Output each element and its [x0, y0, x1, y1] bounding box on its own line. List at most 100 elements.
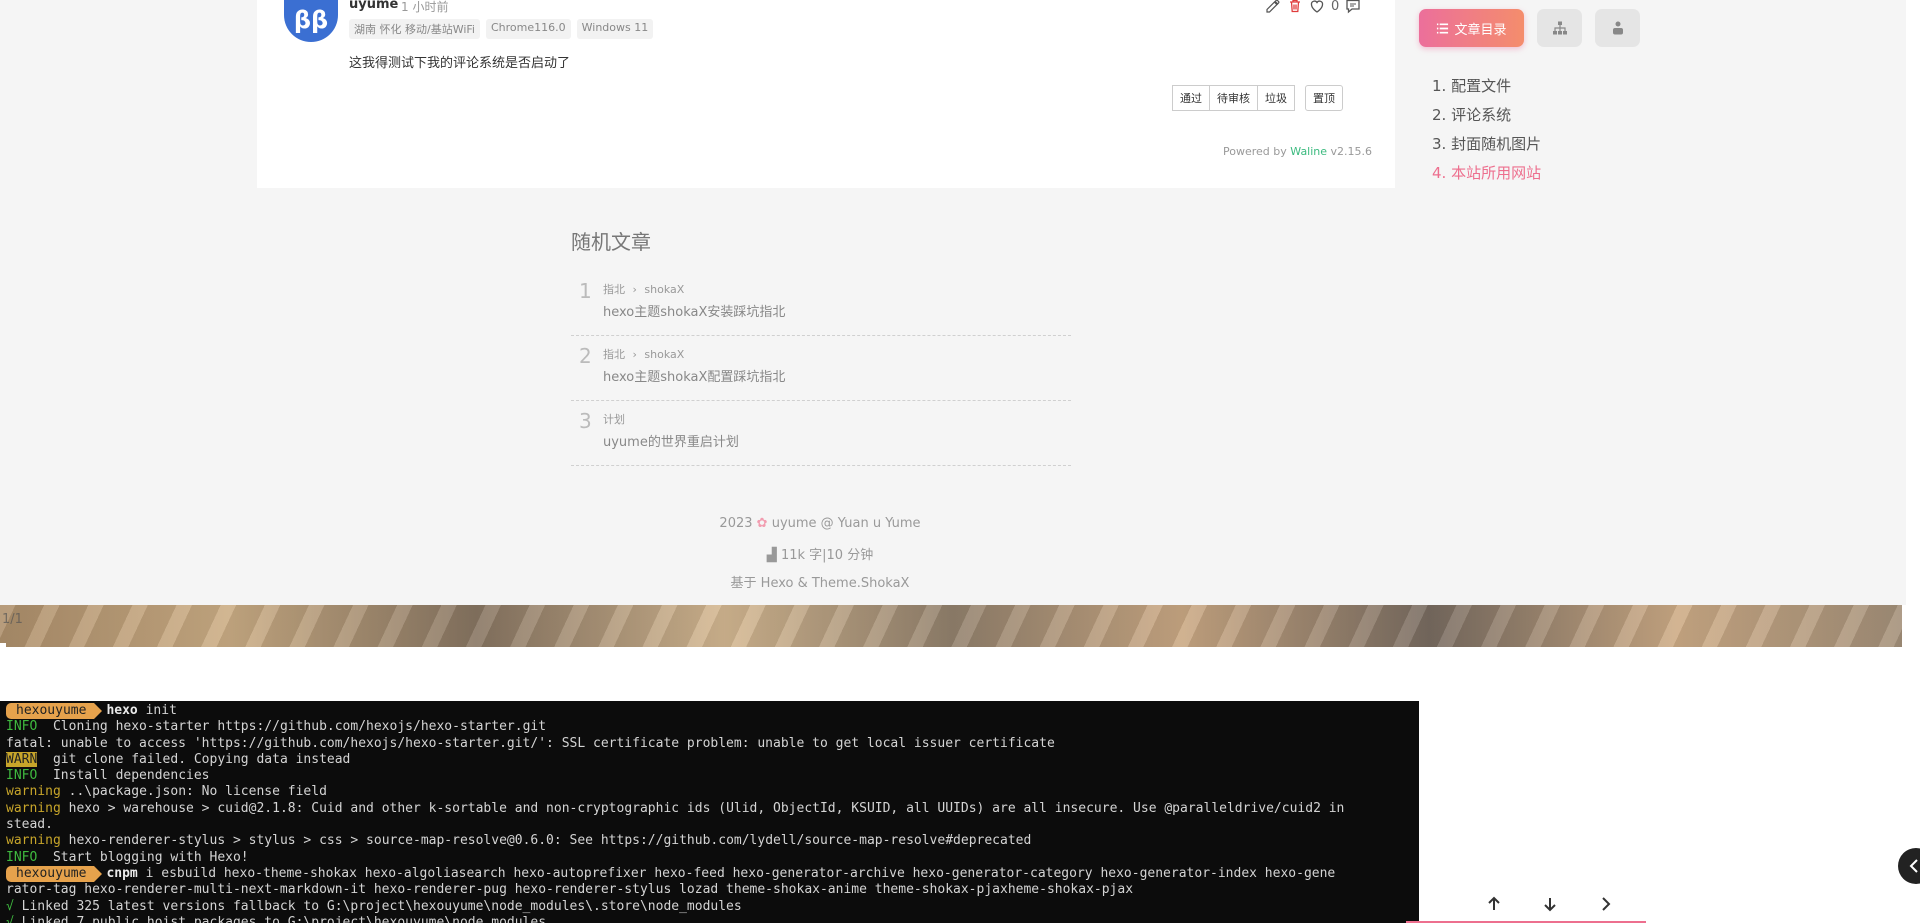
meta-browser: Chrome116.0 — [485, 19, 571, 39]
log-level: √ — [6, 898, 14, 914]
meta-os: Windows 11 — [576, 19, 654, 39]
list-item-number: 2 — [579, 344, 592, 368]
list-item[interactable]: 3 计划 uyume的世界重启计划 — [571, 401, 1071, 466]
terminal-line: rator-tag hexo-renderer-multi-next-markd… — [6, 882, 1413, 898]
chart-icon: ▟ — [766, 548, 777, 563]
delete-icon[interactable] — [1287, 0, 1303, 14]
toc-item-config[interactable]: 1. 配置文件 — [1432, 76, 1541, 105]
footer-powered: 基于 Hexo & Theme.ShokaX — [730, 576, 910, 591]
log-level: INFO — [6, 849, 38, 865]
prompt-args: init — [137, 703, 177, 718]
comment-time: 1 小时前 — [401, 0, 449, 14]
toc-list: 1. 配置文件 2. 评论系统 3. 封面随机图片 4. 本站所用网站 — [1432, 76, 1541, 192]
log-text: fatal: unable to access 'https://github.… — [6, 735, 1055, 751]
page-indicator: 1/1 — [2, 612, 23, 627]
comment-text: 这我得测试下我的评论系统是否启动了 — [349, 56, 571, 71]
tab-related[interactable] — [1537, 9, 1582, 47]
log-text: stead. — [6, 817, 53, 833]
terminal-line: warning hexo-renderer-stylus > stylus > … — [6, 833, 1413, 849]
prompt-args: i esbuild hexo-theme-shokax hexo-algolia… — [137, 865, 1336, 881]
chevron-right-icon: › — [632, 348, 637, 361]
prompt-command: cnpm — [106, 865, 138, 881]
category-label[interactable]: 计划 — [603, 413, 625, 426]
banner-texture — [0, 605, 1906, 647]
arrow-down-icon[interactable] — [1541, 895, 1559, 913]
terminal-line: stead. — [6, 817, 1413, 833]
toc-item-comments[interactable]: 2. 评论系统 — [1432, 105, 1541, 134]
chevron-right-icon: › — [632, 283, 637, 296]
spam-button[interactable]: 垃圾 — [1258, 85, 1295, 111]
log-text: hexo > warehouse > cuid@2.1.8: Cuid and … — [60, 800, 1345, 816]
terminal-line: hexouyume hexo init — [6, 703, 1413, 720]
terminal-line: INFO Cloning hexo-starter https://github… — [6, 719, 1413, 735]
log-level: warning — [6, 833, 61, 849]
footer-copyright: 2023 ✿ uyume @ Yuan u Yume — [0, 516, 1640, 531]
log-text: Linked 325 latest versions fallback to G… — [13, 898, 742, 914]
log-level: WARN — [6, 751, 38, 767]
log-text: Cloning hexo-starter https://github.com/… — [37, 719, 547, 735]
sitemap-icon — [1552, 20, 1568, 36]
waline-link[interactable]: Waline — [1290, 145, 1327, 158]
footer-stats: ▟ 11k 字|10 分钟 — [0, 544, 1640, 563]
terminal-output: hexouyume hexo init INFO Cloning hexo-star… — [0, 701, 1419, 923]
subcategory-label[interactable]: shokaX — [644, 348, 684, 361]
terminal-line: fatal: unable to access 'https://github.… — [6, 736, 1413, 752]
terminal-line: hexouyume cnpm i esbuild hexo-theme-shoka… — [6, 865, 1413, 883]
prompt-command: hexo — [106, 703, 138, 718]
footer-stats-text: 11k 字|10 分钟 — [780, 548, 874, 563]
waline-version: v2.15.6 — [1327, 145, 1373, 158]
toc-item-sites[interactable]: 4. 本站所用网站 — [1432, 163, 1541, 192]
reply-icon[interactable] — [1345, 0, 1361, 14]
tab-overview[interactable] — [1595, 9, 1640, 47]
log-level: warning — [6, 800, 61, 816]
terminal-line: warning hexo > warehouse > cuid@2.1.8: C… — [6, 801, 1413, 817]
chevron-left-icon — [1909, 859, 1918, 873]
chevron-right-icon[interactable] — [1597, 895, 1615, 913]
approve-button[interactable]: 通过 — [1172, 85, 1210, 111]
heart-icon[interactable] — [1309, 0, 1325, 14]
overview-icon — [1610, 20, 1626, 36]
comment-meta: 湖南 怀化 移动/基站WiFi Chrome116.0 Windows 11 — [349, 19, 654, 39]
pin-button[interactable]: 置顶 — [1305, 85, 1343, 111]
list-item[interactable]: 2 指北 › shokaX hexo主题shokaX配置踩坑指北 — [571, 336, 1071, 401]
list-item-title[interactable]: hexo主题shokaX安装踩坑指北 — [603, 301, 785, 320]
category-label[interactable]: 指北 — [603, 348, 625, 361]
list-item-title[interactable]: hexo主题shokaX配置踩坑指北 — [603, 366, 785, 385]
footer-author: uyume @ Yuan u Yume — [771, 516, 921, 531]
moderation-buttons: 通过 待审核 垃圾 置顶 — [1172, 85, 1343, 111]
terminal-line: INFO Install dependencies — [6, 768, 1413, 784]
page-edge — [1906, 0, 1920, 923]
list-item-category[interactable]: 计划 — [603, 411, 625, 427]
terminal-line: INFO Start blogging with Hexo! — [6, 850, 1413, 866]
tab-toc[interactable]: 文章目录 — [1419, 9, 1524, 47]
log-text: Install dependencies — [37, 768, 210, 784]
log-text: git clone failed. Copying data instead — [37, 751, 351, 767]
toc-item-cover[interactable]: 3. 封面随机图片 — [1432, 134, 1541, 163]
prompt-label: hexouyume — [6, 865, 103, 883]
list-item-number: 3 — [579, 409, 592, 433]
log-text: rator-tag hexo-renderer-multi-next-markd… — [6, 882, 1134, 898]
log-text: Start blogging with Hexo! — [37, 849, 249, 865]
log-text: Linked 7 public hoist packages to G:\pro… — [13, 914, 547, 923]
terminal-line: √ Linked 325 latest versions fallback to… — [6, 899, 1413, 915]
side-toggle-button[interactable] — [1898, 848, 1920, 884]
arrow-up-icon[interactable] — [1485, 895, 1503, 913]
log-level: INFO — [6, 768, 38, 784]
list-item-category[interactable]: 指北 › shokaX — [603, 281, 684, 297]
log-level: √ — [6, 914, 14, 923]
list-item-title[interactable]: uyume的世界重启计划 — [603, 431, 739, 450]
list-item[interactable]: 1 指北 › shokaX hexo主题shokaX安装踩坑指北 — [571, 271, 1071, 336]
terminal-line: WARN git clone failed. Copying data inst… — [6, 751, 1413, 768]
list-item-category[interactable]: 指北 › shokaX — [603, 346, 684, 362]
category-label[interactable]: 指北 — [603, 283, 625, 296]
comment-nick[interactable]: uyume — [349, 0, 398, 12]
pending-button[interactable]: 待审核 — [1210, 85, 1258, 111]
edit-icon[interactable] — [1265, 0, 1281, 14]
subcategory-label[interactable]: shokaX — [644, 283, 684, 296]
prompt-label: hexouyume — [6, 703, 103, 720]
terminal-line: warning ..\package.json: No license fiel… — [6, 784, 1413, 800]
terminal-line: √ Linked 7 public hoist packages to G:\p… — [6, 915, 1413, 923]
random-posts-list: 1 指北 › shokaX hexo主题shokaX安装踩坑指北 2 指北 › … — [571, 271, 1071, 466]
log-text: hexo-renderer-stylus > stylus > css > so… — [60, 833, 1032, 849]
log-level: INFO — [6, 719, 38, 735]
